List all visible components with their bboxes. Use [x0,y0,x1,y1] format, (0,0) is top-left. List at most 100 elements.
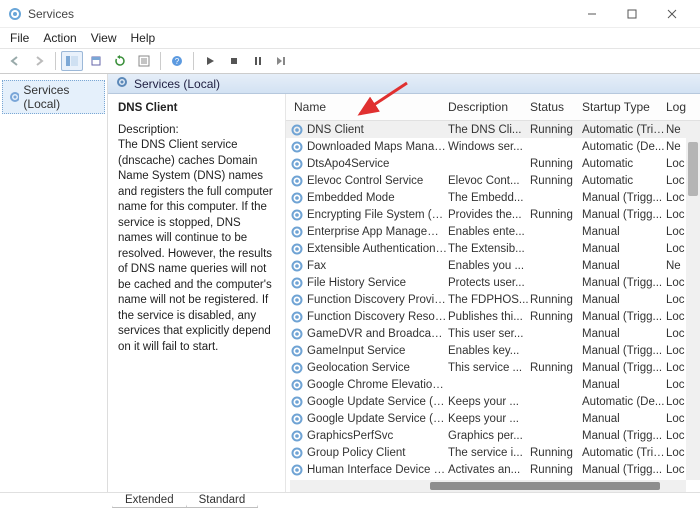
cell-logon: Loc [666,328,688,340]
description-label: Description: [118,124,275,136]
cell-logon: Loc [666,192,688,204]
service-row[interactable]: Geolocation ServiceThis service ...Runni… [286,359,700,376]
cell-status: Running [530,209,582,221]
menu-help[interactable]: Help [131,31,156,45]
tab-extended[interactable]: Extended [112,493,187,508]
col-header-description[interactable]: Description [448,100,530,114]
gear-icon [9,91,19,103]
gear-icon [290,225,304,239]
service-row[interactable]: Encrypting File System (EFS)Provides the… [286,206,700,223]
cell-status: Running [530,294,582,306]
restart-service-button[interactable] [271,51,293,71]
cell-name: GameDVR and Broadcast Us... [307,328,448,340]
toolbar-divider [55,52,56,70]
gear-icon [290,123,304,137]
gear-icon [290,242,304,256]
tree-item-label: Services (Local) [23,83,98,111]
cell-status: Running [530,124,582,136]
cell-startup: Manual (Trigg... [582,192,666,204]
menu-view[interactable]: View [91,31,117,45]
cell-logon: Loc [666,175,688,187]
back-button[interactable] [4,51,26,71]
window-title: Services [28,7,572,21]
cell-logon: Loc [666,158,688,170]
cell-description: This service ... [448,362,530,374]
cell-startup: Manual [582,260,666,272]
col-header-name[interactable]: Name [290,100,448,114]
cell-description: The Extensib... [448,243,530,255]
service-row[interactable]: GraphicsPerfSvcGraphics per...Manual (Tr… [286,427,700,444]
cell-logon: Loc [666,396,688,408]
service-row[interactable]: Elevoc Control ServiceElevoc Cont...Runn… [286,172,700,189]
export-button[interactable] [85,51,107,71]
maximize-button[interactable] [612,0,652,28]
cell-status: Running [530,362,582,374]
cell-status: Running [530,311,582,323]
cell-name: Encrypting File System (EFS) [307,209,448,221]
cell-name: GraphicsPerfSvc [307,430,448,442]
service-row[interactable]: Function Discovery Resourc...Publishes t… [286,308,700,325]
col-header-logon[interactable]: Log [666,100,688,114]
service-row[interactable]: Google Update Service (gup...Keeps your … [286,393,700,410]
service-row[interactable]: DtsApo4ServiceRunningAutomaticLoc [286,155,700,172]
tree-item-services-local[interactable]: Services (Local) [2,80,105,114]
cell-name: Google Update Service (gup... [307,413,448,425]
menu-file[interactable]: File [10,31,29,45]
service-row[interactable]: Embedded ModeThe Embedd...Manual (Trigg.… [286,189,700,206]
properties-button[interactable] [133,51,155,71]
cell-startup: Manual [582,243,666,255]
menu-action[interactable]: Action [43,31,76,45]
gear-icon [290,191,304,205]
service-row[interactable]: Human Interface Device Serv...Activates … [286,461,700,478]
service-row[interactable]: Google Update Service (gup...Keeps your … [286,410,700,427]
start-service-button[interactable] [199,51,221,71]
gear-icon [290,174,304,188]
stop-service-button[interactable] [223,51,245,71]
service-row[interactable]: GameInput ServiceEnables key...Manual (T… [286,342,700,359]
vertical-scrollbar[interactable] [686,124,700,480]
services-grid: Name Description Status Startup Type Log… [286,94,700,492]
service-row[interactable]: Extensible Authentication Pr...The Exten… [286,240,700,257]
horizontal-scroll-thumb[interactable] [430,482,660,490]
vertical-scroll-thumb[interactable] [688,142,698,196]
cell-logon: Ne [666,260,688,272]
show-hide-tree-button[interactable] [61,51,83,71]
cell-startup: Manual [582,294,666,306]
help-button[interactable]: ? [166,51,188,71]
forward-button[interactable] [28,51,50,71]
cell-startup: Manual [582,379,666,391]
service-row[interactable]: Google Chrome Elevation Se...ManualLoc [286,376,700,393]
close-button[interactable] [652,0,692,28]
service-row[interactable]: FaxEnables you ...ManualNe [286,257,700,274]
refresh-button[interactable] [109,51,131,71]
tab-standard[interactable]: Standard [186,493,259,508]
service-row[interactable]: Group Policy ClientThe service i...Runni… [286,444,700,461]
cell-description: The service i... [448,447,530,459]
cell-startup: Manual (Trigg... [582,345,666,357]
cell-logon: Loc [666,362,688,374]
selected-service-name: DNS Client [118,102,275,114]
cell-logon: Ne [666,124,688,136]
service-row[interactable]: Downloaded Maps ManagerWindows ser...Aut… [286,138,700,155]
service-row[interactable]: File History ServiceProtects user...Manu… [286,274,700,291]
toolbar-divider [160,52,161,70]
minimize-button[interactable] [572,0,612,28]
gear-icon [290,344,304,358]
gear-icon [290,157,304,171]
col-header-startup[interactable]: Startup Type [582,100,666,114]
pause-service-button[interactable] [247,51,269,71]
cell-startup: Manual [582,226,666,238]
cell-startup: Manual (Trigg... [582,430,666,442]
gear-icon [290,446,304,460]
pane-header-title: Services (Local) [134,77,220,91]
gear-icon [116,76,128,91]
service-row[interactable]: Function Discovery Provider ...The FDPHO… [286,291,700,308]
service-row[interactable]: DNS ClientThe DNS Cli...RunningAutomatic… [286,121,700,138]
service-row[interactable]: Enterprise App Managemen...Enables ente.… [286,223,700,240]
cell-startup: Automatic [582,175,666,187]
service-row[interactable]: GameDVR and Broadcast Us...This user ser… [286,325,700,342]
cell-startup: Automatic (Trig... [582,447,666,459]
horizontal-scrollbar[interactable] [290,480,686,492]
right-pane: Services (Local) DNS Client Description:… [108,74,700,492]
col-header-status[interactable]: Status [530,100,582,114]
